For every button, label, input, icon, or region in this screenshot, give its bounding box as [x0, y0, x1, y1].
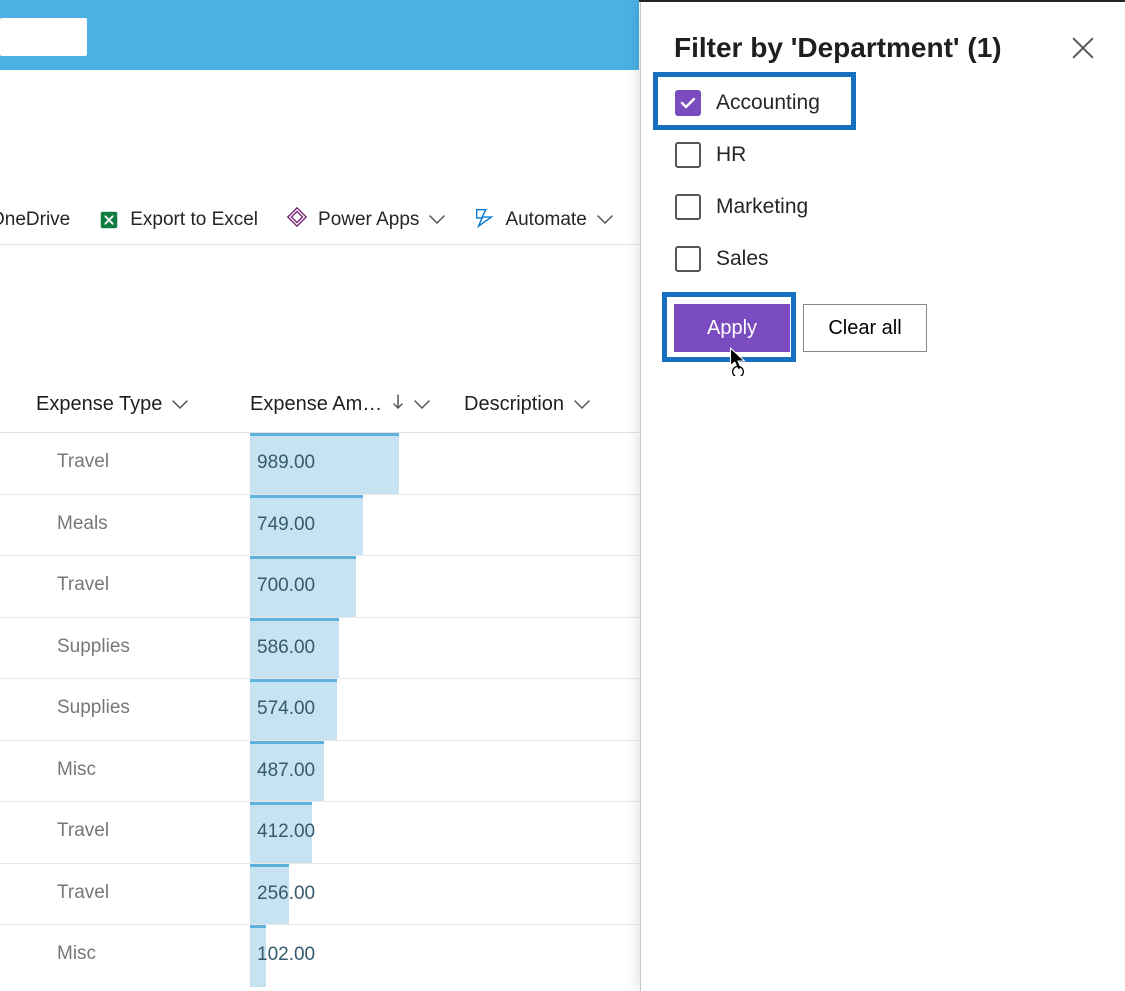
cmd-sync-onedrive[interactable]: OneDrive: [0, 209, 70, 231]
col-description-label: Description: [464, 393, 564, 416]
filter-options: Accounting HR Marketing Sales: [660, 77, 820, 285]
table-row[interactable]: Travel 256.00: [0, 863, 639, 925]
clear-all-button[interactable]: Clear all: [803, 304, 927, 352]
cell-expense-amount: 700.00: [257, 575, 315, 597]
cmd-power-apps[interactable]: Power Apps: [286, 206, 445, 234]
automate-icon: [473, 206, 495, 234]
chevron-down-icon: [429, 209, 445, 231]
excel-icon: [98, 209, 120, 231]
table-row[interactable]: Travel 989.00: [0, 432, 639, 494]
cell-expense-type: Supplies: [57, 697, 130, 719]
sort-desc-icon: [392, 394, 404, 415]
filter-panel-title: Filter by 'Department' (1): [674, 32, 1002, 64]
filter-option-label: Marketing: [716, 195, 808, 219]
filter-option-label: Sales: [716, 247, 769, 271]
filter-option-marketing[interactable]: Marketing: [660, 181, 820, 233]
table-row[interactable]: Misc 102.00: [0, 924, 639, 986]
cmd-automate[interactable]: Automate: [473, 206, 612, 234]
checkbox-unchecked-icon[interactable]: [675, 142, 701, 168]
col-expense-amount[interactable]: Expense Am…: [250, 393, 464, 416]
cell-expense-amount: 102.00: [257, 944, 315, 966]
table-row[interactable]: Travel 700.00: [0, 555, 639, 617]
table-row[interactable]: Meals 749.00: [0, 494, 639, 556]
filter-actions: Apply Clear all: [674, 304, 927, 352]
cell-expense-amount: 487.00: [257, 760, 315, 782]
cell-expense-amount: 574.00: [257, 698, 315, 720]
column-headers: Expense Type Expense Am… Description: [36, 388, 641, 420]
filter-option-sales[interactable]: Sales: [660, 233, 820, 285]
cell-expense-type: Misc: [57, 759, 96, 781]
col-expense-amount-label: Expense Am…: [250, 393, 382, 416]
checkbox-unchecked-icon[interactable]: [675, 194, 701, 220]
cell-expense-type: Travel: [57, 574, 109, 596]
search-box[interactable]: [0, 18, 87, 56]
checkbox-checked-icon[interactable]: [675, 90, 701, 116]
cmd-power-apps-label: Power Apps: [318, 209, 419, 231]
cell-expense-type: Travel: [57, 820, 109, 842]
chevron-down-icon: [574, 393, 590, 416]
app-ribbon: [0, 0, 639, 70]
table-body: Travel 989.00 Meals 749.00 Travel 700.00…: [0, 432, 639, 986]
powerapps-icon: [286, 206, 308, 234]
filter-option-label: Accounting: [716, 91, 820, 115]
table-row[interactable]: Misc 487.00: [0, 740, 639, 802]
filter-option-hr[interactable]: HR: [660, 129, 820, 181]
table-row[interactable]: Supplies 586.00: [0, 617, 639, 679]
apply-button[interactable]: Apply: [674, 304, 790, 352]
cell-expense-type: Travel: [57, 451, 109, 473]
col-expense-type-label: Expense Type: [36, 393, 162, 416]
chevron-down-icon: [597, 209, 613, 231]
cmd-export-excel[interactable]: Export to Excel: [98, 209, 258, 231]
cell-expense-amount: 586.00: [257, 637, 315, 659]
checkbox-unchecked-icon[interactable]: [675, 246, 701, 272]
cmd-automate-label: Automate: [505, 209, 586, 231]
cell-expense-type: Meals: [57, 513, 108, 535]
filter-option-accounting[interactable]: Accounting: [660, 77, 820, 129]
table-row[interactable]: Supplies 574.00: [0, 678, 639, 740]
cell-expense-type: Travel: [57, 882, 109, 904]
col-expense-type[interactable]: Expense Type: [36, 393, 250, 416]
cell-expense-amount: 989.00: [257, 452, 315, 474]
cell-expense-amount: 256.00: [257, 883, 315, 905]
cell-expense-amount: 749.00: [257, 514, 315, 536]
filter-panel: Filter by 'Department' (1) Accounting HR…: [640, 2, 1125, 991]
cell-expense-type: Misc: [57, 943, 96, 965]
col-description[interactable]: Description: [464, 393, 590, 416]
cmd-sync-onedrive-label: OneDrive: [0, 209, 70, 231]
cell-expense-type: Supplies: [57, 636, 130, 658]
cell-expense-amount: 412.00: [257, 821, 315, 843]
command-bar: OneDrive Export to Excel Power Apps Auto…: [0, 195, 639, 245]
close-button[interactable]: [1069, 34, 1097, 62]
chevron-down-icon: [414, 393, 430, 416]
cmd-export-excel-label: Export to Excel: [130, 209, 258, 231]
filter-option-label: HR: [716, 143, 746, 167]
chevron-down-icon: [172, 393, 188, 416]
table-row[interactable]: Travel 412.00: [0, 801, 639, 863]
